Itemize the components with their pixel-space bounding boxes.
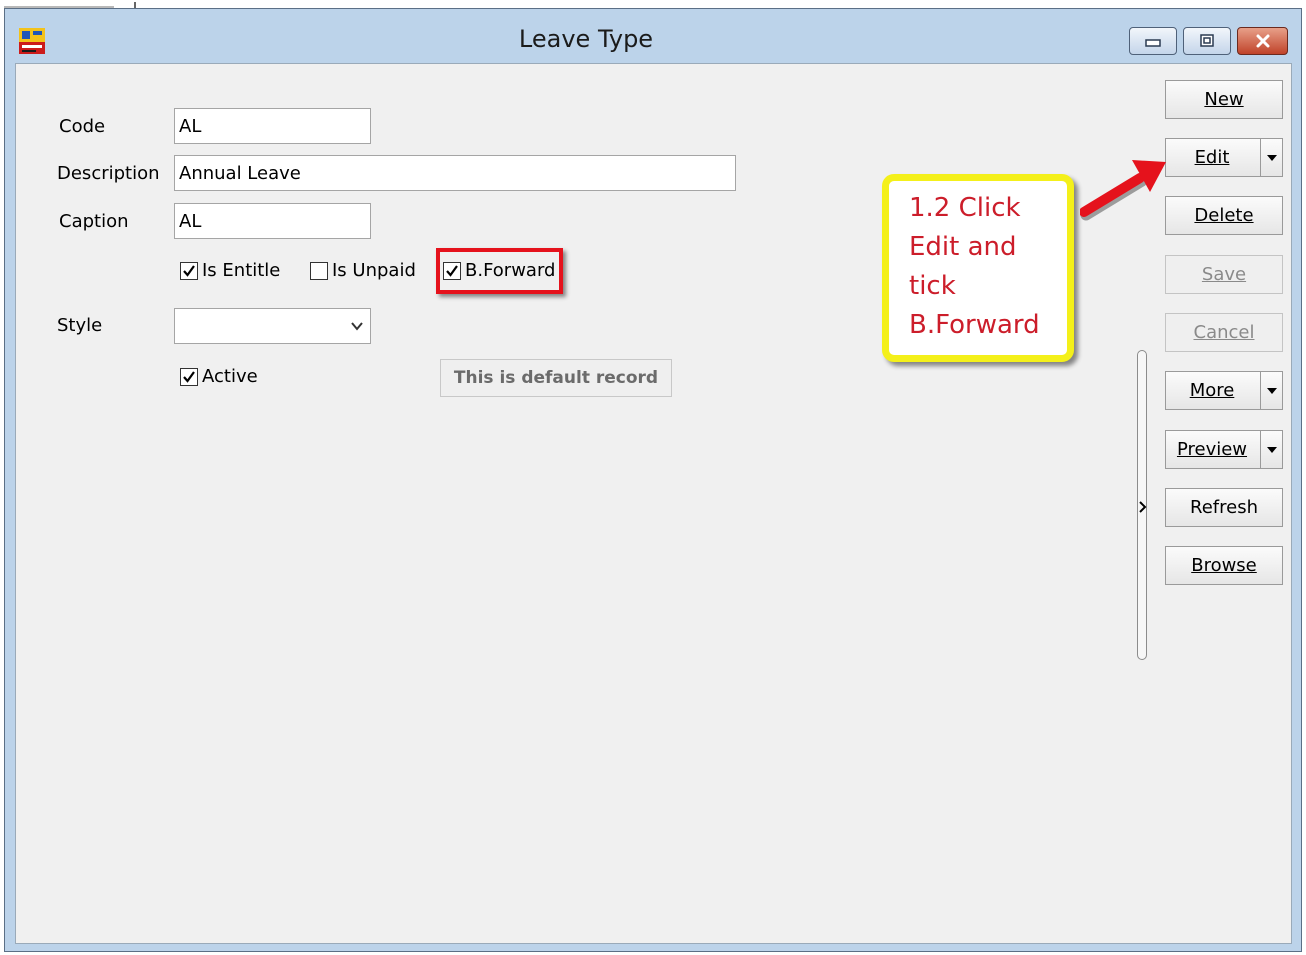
delete-button[interactable]: Delete	[1165, 196, 1283, 235]
caret-down-icon	[1266, 446, 1277, 453]
more-button-label: More	[1189, 380, 1235, 401]
more-button[interactable]: More	[1165, 371, 1283, 410]
code-label: Code	[59, 116, 106, 137]
new-button[interactable]: New	[1165, 80, 1283, 119]
checkmark-icon	[183, 370, 195, 383]
preview-dropdown-toggle[interactable]	[1260, 431, 1282, 468]
pointer-arrow-icon	[1080, 160, 1166, 221]
caret-down-icon	[1266, 387, 1277, 394]
chevron-right-icon[interactable]	[1138, 500, 1148, 514]
minimize-icon	[1145, 39, 1161, 47]
preview-button-label: Preview	[1176, 439, 1248, 460]
caret-down-icon	[1266, 154, 1277, 161]
caption-label: Caption	[59, 211, 129, 232]
edit-button[interactable]: Edit	[1165, 138, 1283, 177]
is-entitle-checkbox[interactable]: Is Entitle	[180, 260, 280, 281]
browse-button[interactable]: Browse	[1165, 546, 1283, 585]
leave-type-window: Leave Type Code AL Description Annual Le…	[4, 8, 1302, 952]
description-label: Description	[57, 163, 160, 184]
minimize-button[interactable]	[1129, 27, 1177, 55]
restore-icon	[1200, 34, 1214, 47]
chevron-down-icon	[351, 322, 363, 331]
edit-dropdown-toggle[interactable]	[1260, 139, 1282, 176]
callout-text: 1.2 Click Edit and tick B.Forward	[909, 193, 1040, 340]
description-input[interactable]: Annual Leave	[174, 155, 736, 191]
active-checkbox-box[interactable]	[180, 367, 198, 386]
is-unpaid-checkbox-box[interactable]	[310, 261, 328, 280]
save-button[interactable]: Save	[1165, 255, 1283, 294]
active-checkbox[interactable]: Active	[180, 366, 258, 387]
is-entitle-label: Is Entitle	[202, 260, 281, 281]
refresh-button[interactable]: Refresh	[1165, 488, 1283, 527]
cancel-button[interactable]: Cancel	[1165, 313, 1283, 352]
restore-button[interactable]	[1183, 27, 1231, 55]
more-dropdown-toggle[interactable]	[1260, 372, 1282, 409]
default-record-indicator: This is default record	[440, 359, 672, 397]
form-client-area: Code AL Description Annual Leave Caption…	[15, 63, 1292, 944]
preview-button[interactable]: Preview	[1165, 430, 1283, 469]
caption-input[interactable]: AL	[174, 203, 371, 239]
style-label: Style	[57, 315, 103, 336]
b-forward-highlight-box	[436, 248, 563, 294]
is-entitle-checkbox-box[interactable]	[180, 261, 198, 280]
close-icon	[1256, 34, 1269, 48]
is-unpaid-checkbox[interactable]: Is Unpaid	[310, 260, 416, 281]
edit-button-label: Edit	[1194, 147, 1230, 168]
window-title: Leave Type	[518, 25, 654, 53]
close-button[interactable]	[1237, 27, 1288, 55]
instruction-callout: 1.2 Click Edit and tick B.Forward	[882, 174, 1074, 362]
style-select[interactable]	[174, 308, 371, 344]
title-bar[interactable]: Leave Type	[5, 9, 1301, 63]
code-input[interactable]: AL	[174, 108, 371, 144]
is-unpaid-label: Is Unpaid	[332, 260, 416, 281]
active-label: Active	[202, 366, 258, 387]
checkmark-icon	[183, 264, 195, 277]
